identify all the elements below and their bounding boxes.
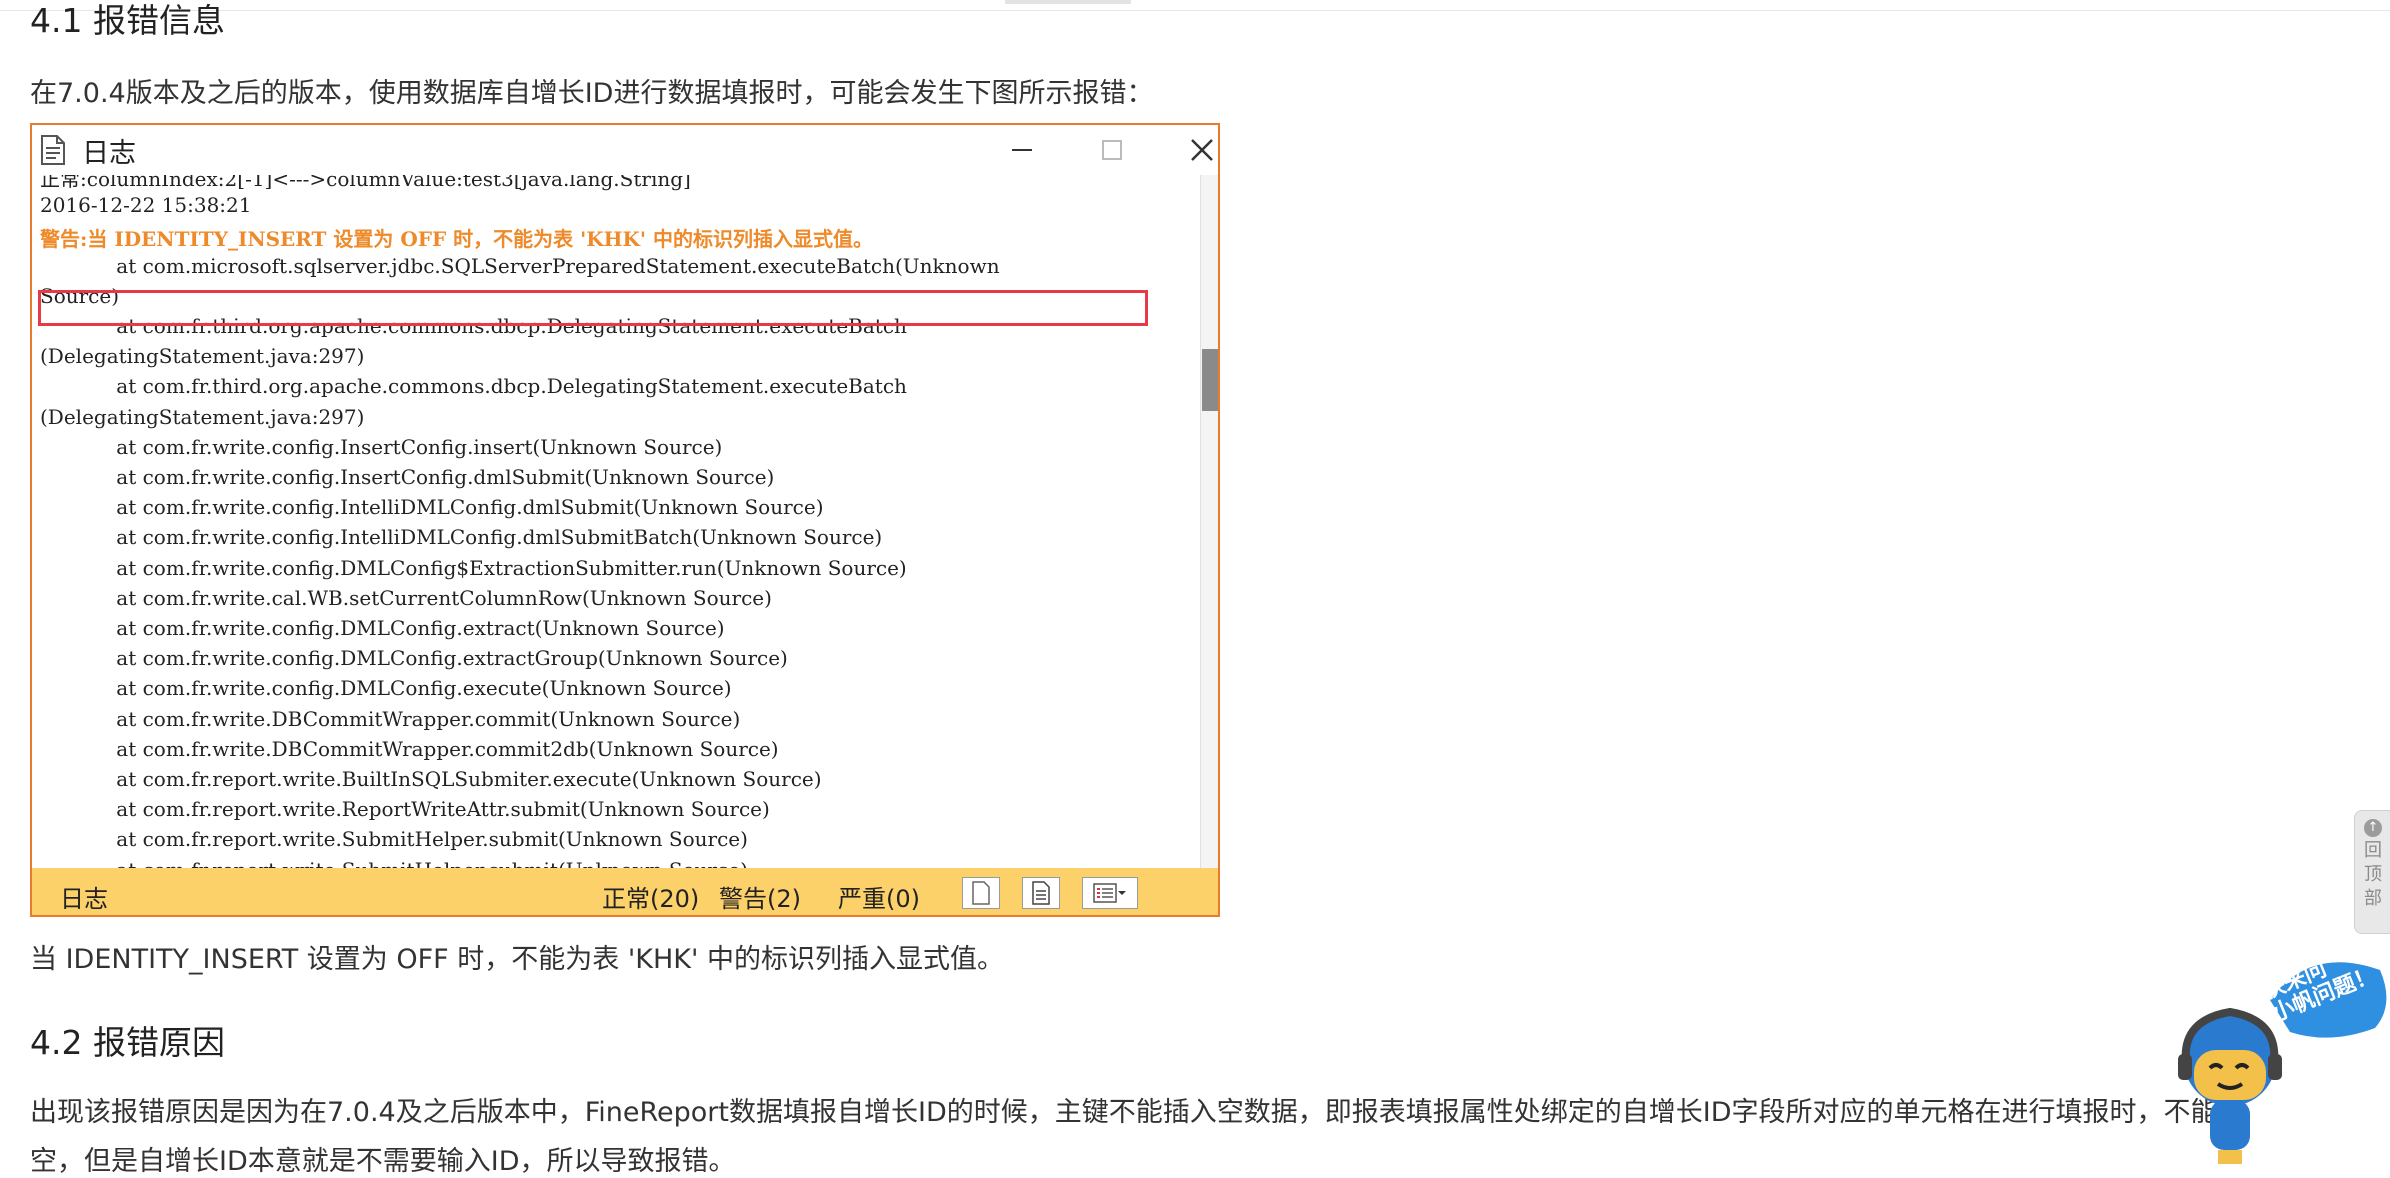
intro-paragraph: 在7.0.4版本及之后的版本，使用数据库自增长ID进行数据填报时，可能会发生下图…	[30, 78, 1154, 109]
log-line: at com.fr.report.write.ReportWriteAttr.s…	[40, 797, 770, 822]
log-line: 2016-12-22 15:38:21	[40, 193, 252, 218]
close-icon	[1191, 139, 1213, 161]
blank-page-icon	[972, 881, 990, 905]
text-doc-icon	[1032, 881, 1050, 905]
list-view-dropdown-button[interactable]	[1082, 877, 1138, 909]
minimize-icon	[1012, 149, 1032, 151]
log-output-area[interactable]: 正常:columnIndex:2[-1]<--->columnValue:tes…	[32, 175, 1218, 868]
log-line: at com.fr.write.DBCommitWrapper.commit(U…	[40, 706, 741, 731]
log-scrollbar-thumb[interactable]	[1202, 349, 1218, 411]
log-window: 日志 正常:columnIndex:2[-1]<--->columnValue:…	[30, 123, 1220, 917]
log-line: at com.fr.report.write.SubmitHelper.subm…	[40, 827, 748, 852]
log-line: at com.fr.write.DBCommitWrapper.commit2d…	[40, 736, 779, 761]
log-window-title: 日志	[82, 138, 136, 169]
status-warning-count[interactable]: 警告(2)	[719, 879, 801, 914]
log-line: at com.fr.write.cal.WB.setCurrentColumnR…	[40, 585, 772, 610]
status-normal-count[interactable]: 正常(20)	[602, 879, 699, 914]
status-log-label: 日志	[60, 885, 108, 913]
log-line: at com.fr.write.config.DMLConfig.execute…	[40, 676, 732, 701]
maximize-button[interactable]	[1082, 125, 1142, 175]
chevron-down-icon	[1118, 891, 1126, 895]
top-divider	[0, 10, 2390, 11]
back-to-top-button[interactable]: ↑ 回顶部	[2354, 810, 2390, 934]
maximize-icon	[1102, 140, 1122, 160]
log-line-warning: 警告:当 IDENTITY_INSERT 设置为 OFF 时，不能为表 'KHK…	[40, 227, 873, 252]
back-to-top-label: 回顶部	[2364, 840, 2382, 909]
log-status-bar: 日志 正常(20) 警告(2) 严重(0)	[32, 868, 1218, 915]
minimize-button[interactable]	[992, 125, 1052, 175]
log-line: at com.fr.write.config.IntelliDMLConfig.…	[40, 525, 883, 550]
list-view-icon	[1093, 883, 1117, 903]
status-severe-count[interactable]: 严重(0)	[838, 879, 920, 914]
log-line: (DelegatingStatement.java:297)	[40, 404, 365, 429]
log-window-titlebar[interactable]: 日志	[32, 125, 1218, 175]
document-icon	[41, 135, 65, 165]
log-line: at com.fr.write.config.DMLConfig$Extract…	[40, 555, 907, 580]
log-line: at com.microsoft.sqlserver.jdbc.SQLServe…	[40, 253, 1000, 278]
log-line: 正常:columnIndex:2[-1]<--->columnValue:tes…	[40, 175, 691, 191]
close-button[interactable]	[1172, 125, 1218, 175]
section-heading-error-info: 4.1 报错信息	[30, 1, 225, 40]
section-heading-error-cause: 4.2 报错原因	[30, 1023, 225, 1062]
blank-page-button[interactable]	[962, 877, 1000, 909]
log-line: at com.fr.third.org.apache.commons.dbcp.…	[40, 374, 907, 399]
top-tab-indicator	[1005, 0, 1131, 4]
arrow-up-icon: ↑	[2364, 819, 2382, 837]
cause-paragraph-line-1: 出现该报错原因是因为在7.0.4及之后版本中，FineReport数据填报自增长…	[30, 1097, 2245, 1128]
warning-highlight-box	[38, 290, 1148, 326]
log-line: at com.fr.report.write.BuiltInSQLSubmite…	[40, 767, 822, 791]
text-doc-button[interactable]	[1022, 877, 1060, 909]
log-line: (DelegatingStatement.java:297)	[40, 344, 365, 369]
log-line: at com.fr.write.config.DMLConfig.extract…	[40, 616, 725, 640]
log-scrollbar-track[interactable]	[1200, 175, 1218, 868]
log-line: at com.fr.write.config.DMLConfig.extract…	[40, 646, 788, 671]
log-line: at com.fr.report.write.SubmitHelper.subm…	[40, 858, 748, 868]
log-line: at com.fr.write.config.IntelliDMLConfig.…	[40, 495, 824, 520]
log-line: at com.fr.write.config.InsertConfig.inse…	[40, 434, 723, 459]
log-line: at com.fr.write.config.InsertConfig.dmlS…	[40, 465, 775, 489]
cause-paragraph-line-2: 空，但是自增长ID本意就是不需要输入ID，所以导致报错。	[30, 1146, 736, 1177]
error-caption: 当 IDENTITY_INSERT 设置为 OFF 时，不能为表 'KHK' 中…	[30, 944, 1004, 975]
